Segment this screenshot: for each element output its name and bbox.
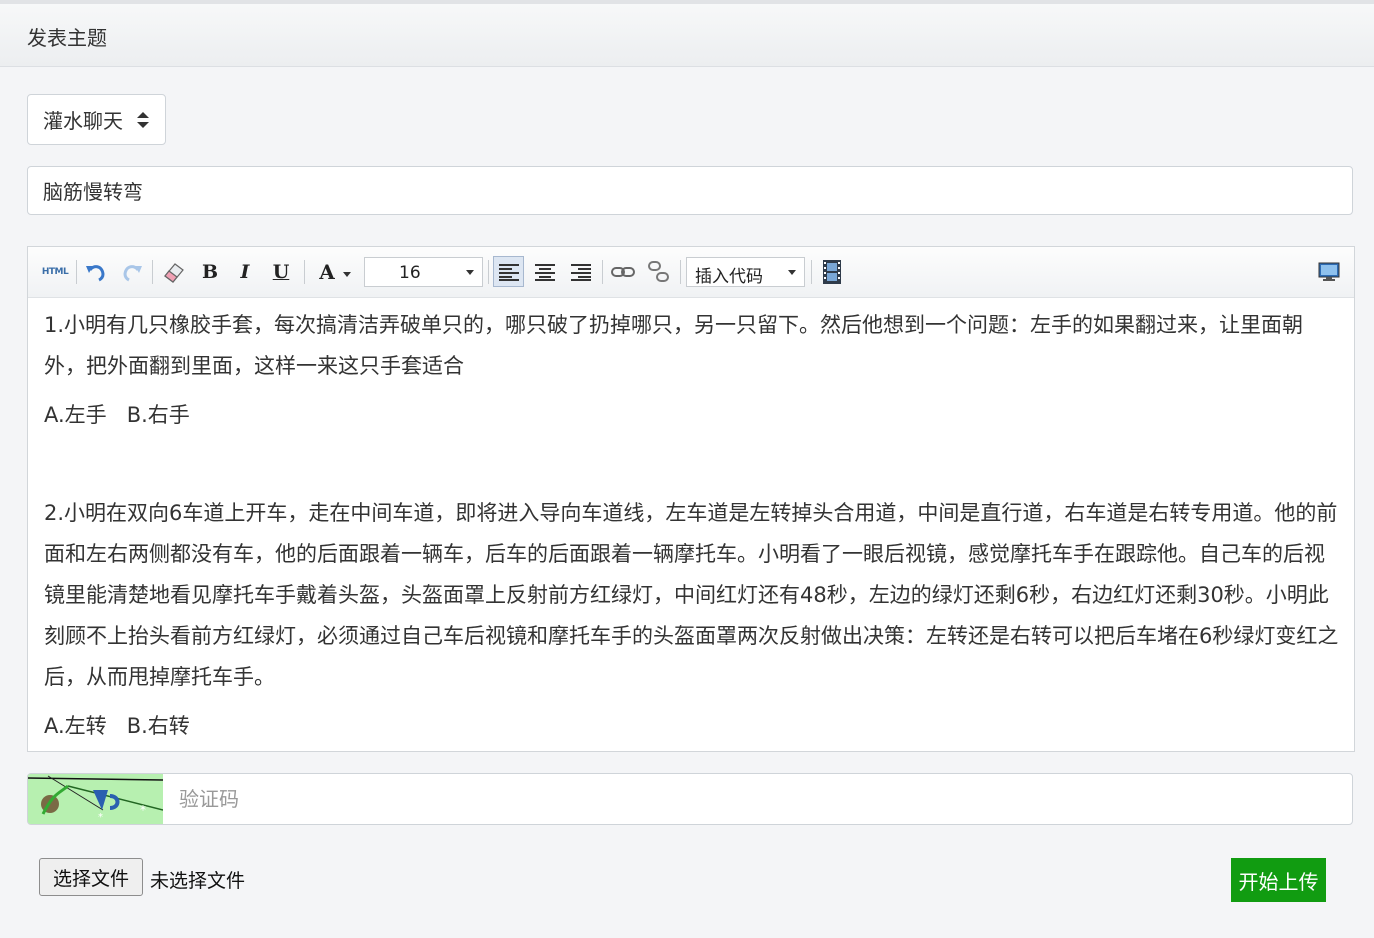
font-size-value: 16 — [399, 263, 421, 283]
captcha-input[interactable] — [164, 774, 1352, 824]
editor-paragraph: A.左转 B.右转 — [44, 714, 190, 738]
clear-format-button[interactable] — [159, 258, 189, 286]
captcha-graphic: * * — [28, 774, 164, 824]
html-source-button[interactable]: HTML — [38, 258, 72, 286]
editor-toolbar: HTML B I U A 16 插入代码 — [28, 247, 1354, 298]
chevron-down-icon — [342, 271, 351, 277]
align-left-button[interactable] — [493, 256, 524, 287]
align-center-icon — [535, 264, 555, 281]
editor-paragraph: 1.小明有几只橡胶手套，每次搞清洁弄破单只的，哪只破了扔掉哪只，另一只留下。然后… — [44, 313, 1304, 378]
captcha-group: * * — [27, 773, 1353, 825]
align-center-button[interactable] — [530, 258, 560, 286]
toolbar-separator — [488, 260, 489, 284]
insert-link-button[interactable] — [608, 258, 638, 286]
html-icon: HTML — [41, 267, 69, 277]
toolbar-separator — [304, 260, 305, 284]
bold-icon: B — [201, 261, 219, 283]
underline-button[interactable]: U — [269, 258, 293, 286]
rich-text-editor: HTML B I U A 16 插入代码 1.小明有几只橡胶手套，每次搞清洁弄破… — [27, 246, 1355, 752]
align-left-icon — [498, 263, 519, 281]
editor-content[interactable]: 1.小明有几只橡胶手套，每次搞清洁弄破单只的，哪只破了扔掉哪只，另一只留下。然后… — [44, 305, 1340, 755]
redo-icon — [123, 265, 142, 282]
eraser-icon — [164, 263, 184, 283]
upload-button[interactable]: 开始上传 — [1231, 858, 1326, 902]
font-size-select[interactable]: 16 — [364, 257, 483, 287]
unlink-button[interactable] — [644, 258, 674, 286]
font-color-button[interactable]: A — [312, 258, 358, 286]
align-right-button[interactable] — [566, 258, 596, 286]
select-arrows-icon — [137, 112, 149, 128]
insert-code-select[interactable]: 插入代码 — [686, 257, 805, 287]
fullscreen-button[interactable] — [1314, 258, 1344, 286]
italic-icon: I — [240, 261, 250, 283]
chevron-down-icon — [466, 270, 474, 275]
underline-icon: U — [272, 261, 290, 283]
redo-button[interactable] — [118, 258, 146, 286]
editor-paragraph: 2.小明在双向6车道上开车，走在中间车道，即将进入导向车道线，左车道是左转掉头合… — [44, 501, 1339, 689]
undo-icon — [86, 265, 105, 282]
svg-text:*: * — [98, 812, 103, 823]
chevron-down-icon — [788, 270, 796, 275]
monitor-icon — [1318, 262, 1340, 281]
captcha-image[interactable]: * * — [28, 774, 164, 824]
toolbar-separator — [76, 260, 77, 284]
editor-paragraph: A.左手 B.右手 — [44, 403, 190, 427]
film-icon — [823, 260, 841, 284]
title-input[interactable] — [27, 166, 1353, 215]
toolbar-separator — [680, 260, 681, 284]
category-select[interactable]: 灌水聊天 — [27, 94, 166, 145]
align-right-icon — [571, 264, 591, 281]
page-title: 发表主题 — [27, 26, 107, 50]
panel-header: 发表主题 — [0, 4, 1374, 67]
toolbar-separator — [811, 260, 812, 284]
insert-video-button[interactable] — [818, 258, 846, 286]
link-icon — [611, 267, 635, 277]
category-selected-value: 灌水聊天 — [43, 109, 123, 133]
bold-button[interactable]: B — [198, 258, 222, 286]
insert-code-label: 插入代码 — [695, 267, 763, 287]
unlink-icon — [648, 261, 669, 282]
italic-button[interactable]: I — [233, 258, 257, 286]
file-status-text: 未选择文件 — [150, 870, 246, 892]
svg-text:*: * — [140, 803, 146, 817]
empty-line — [44, 444, 1340, 493]
choose-file-button[interactable]: 选择文件 — [39, 858, 143, 896]
undo-button[interactable] — [82, 258, 110, 286]
font-color-icon: A — [319, 260, 335, 284]
toolbar-separator — [152, 260, 153, 284]
toolbar-separator — [602, 260, 603, 284]
